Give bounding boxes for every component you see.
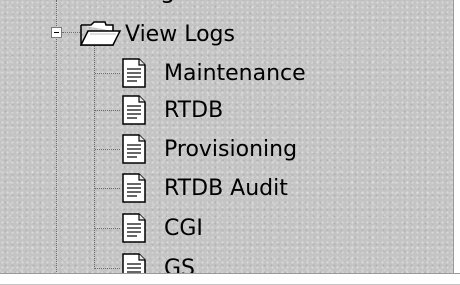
document-icon [122,134,146,164]
tree-connector [95,149,120,150]
tree-folder-view-logs[interactable]: View Logs [79,18,235,50]
document-icon [122,58,146,88]
tree-item-maintenance[interactable]: Maintenance [120,56,306,90]
tree-connector [95,228,120,229]
tree-connector [95,73,120,74]
tree-item-label: RTDB Audit [164,175,288,201]
tree-item-provisioning[interactable]: Provisioning [120,132,297,166]
tree-connector [95,110,120,111]
document-icon [122,213,146,243]
tree-item-label: Maintenance [164,60,306,86]
tree-item-rtdb-audit[interactable]: RTDB Audit [120,171,288,205]
tree-folder-label: View Logs [125,21,235,47]
tree-connector-folder [62,32,80,33]
document-icon [122,95,146,125]
tree-item-label: Provisioning [164,136,298,162]
window-frame-bottom [0,273,460,284]
collapse-minus-icon[interactable] [51,27,62,38]
tree-item-label: CGI [164,215,203,241]
window-frame-right [453,0,460,284]
clipped-tree-item-label: g [160,0,175,4]
tree-item-rtdb[interactable]: RTDB [120,93,223,127]
open-folder-icon [79,21,121,46]
tree-item-label: RTDB [164,97,224,123]
tree-connector [95,268,120,269]
document-icon [122,173,146,203]
tree-connector [95,188,120,189]
tree-guide-line-outer [56,0,57,284]
tree-item-cgi[interactable]: CGI [120,211,203,245]
tree-guide-line-folder [94,46,95,269]
